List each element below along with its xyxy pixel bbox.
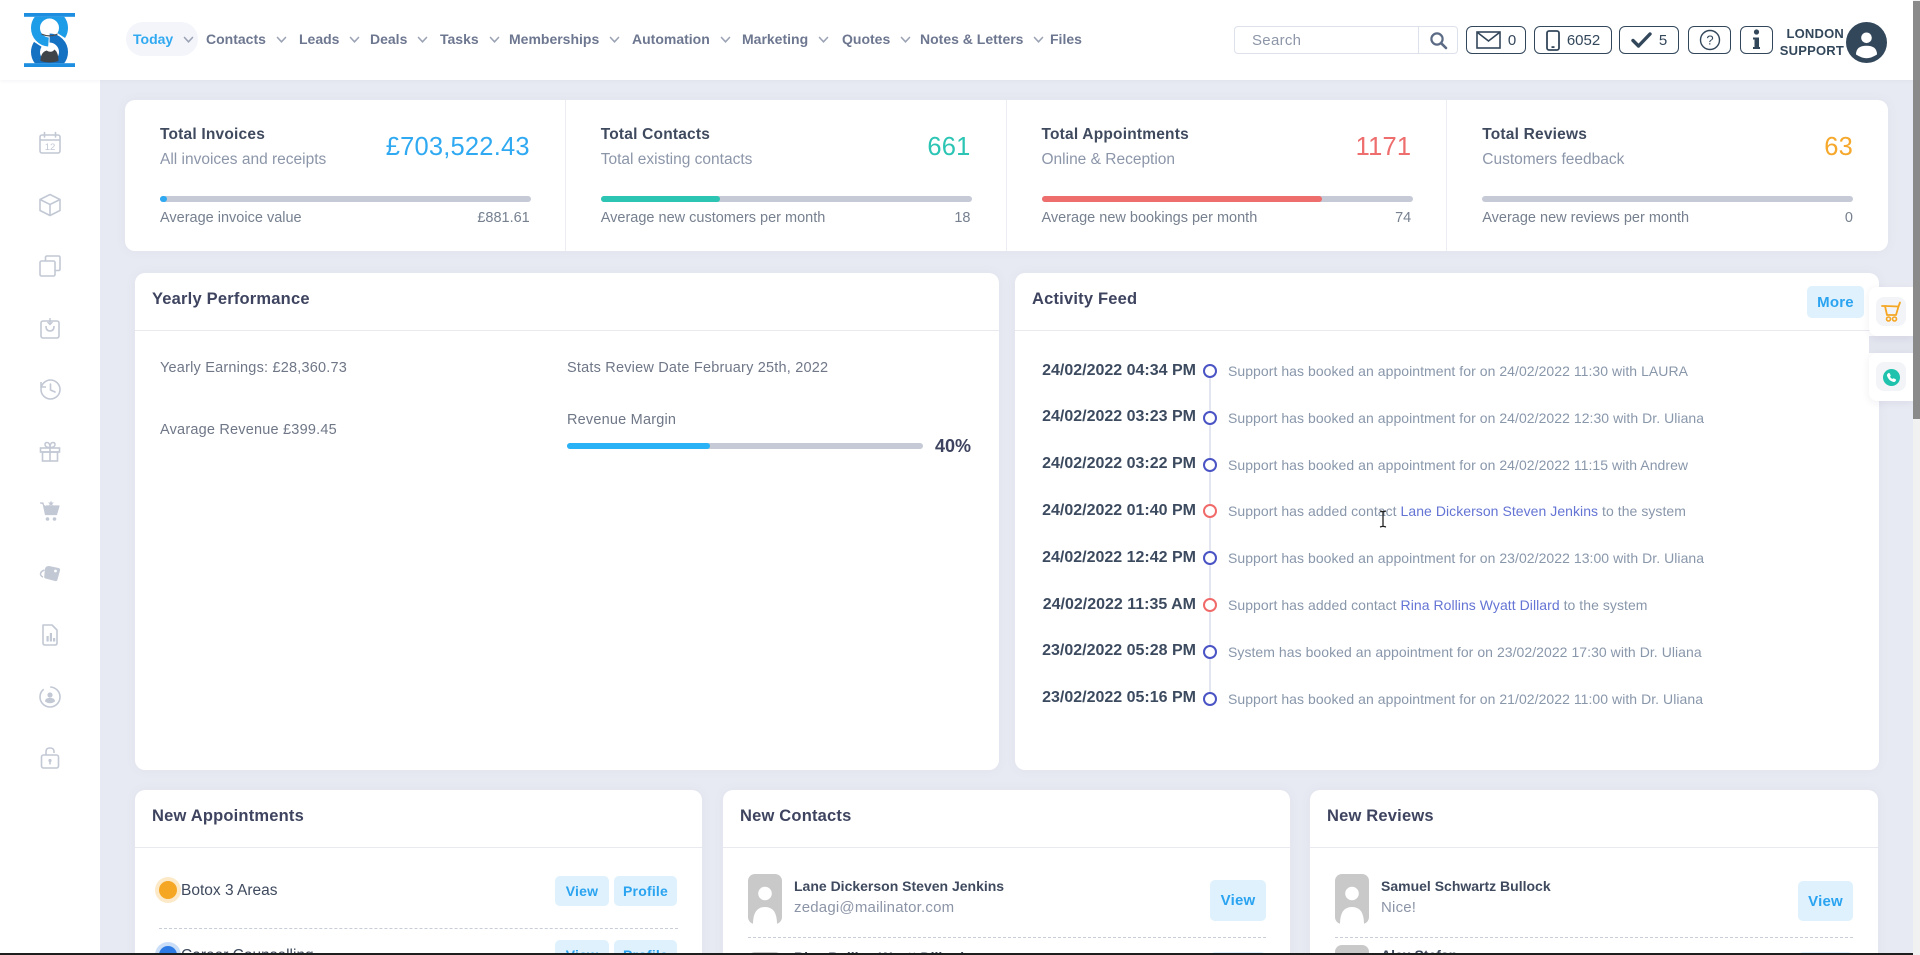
- svg-text:12: 12: [45, 142, 56, 153]
- svg-text:?: ?: [1706, 33, 1713, 48]
